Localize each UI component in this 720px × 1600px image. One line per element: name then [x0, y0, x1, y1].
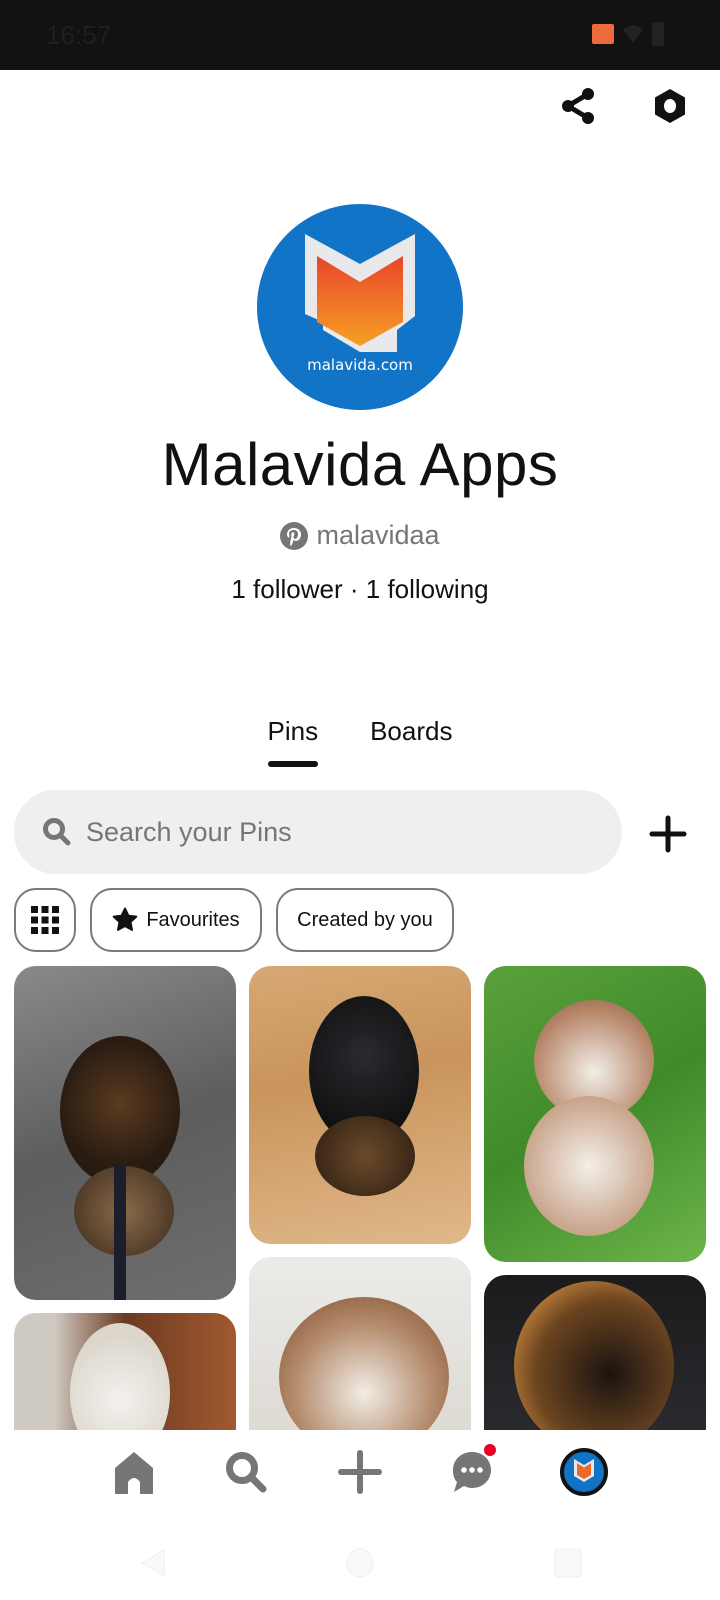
profile-handle: malavidaa: [316, 520, 440, 550]
nav-profile[interactable]: [560, 1448, 608, 1496]
share-button[interactable]: [558, 86, 598, 126]
share-icon: [562, 88, 594, 124]
chat-icon: [453, 1452, 491, 1492]
pin-card[interactable]: [249, 966, 471, 1244]
avatar-logo-text: malavida.com: [307, 356, 413, 374]
system-home-icon[interactable]: [346, 1548, 374, 1578]
settings-button[interactable]: [650, 86, 690, 126]
profile-actions: [558, 86, 690, 126]
home-icon: [115, 1452, 153, 1494]
profile-tabs: Pins Boards: [0, 716, 720, 767]
plus-icon: [338, 1450, 382, 1494]
wifi-icon: [623, 25, 643, 43]
search-pins-input[interactable]: Search your Pins: [14, 790, 622, 874]
plus-icon: [649, 815, 687, 853]
profile-handle-row: malavidaa: [0, 520, 720, 551]
tab-pins[interactable]: Pins: [267, 716, 318, 767]
favourites-filter[interactable]: Favourites: [90, 888, 262, 952]
pin-filters: Favourites Created by you: [14, 888, 454, 952]
search-icon: [43, 818, 71, 846]
settings-hex-icon: [655, 89, 685, 123]
layout-grid-button[interactable]: [14, 888, 76, 952]
pin-image-detail: [315, 1116, 415, 1196]
grid-icon: [31, 906, 59, 934]
pin-image-detail: [524, 1096, 654, 1236]
battery-icon: [652, 22, 664, 46]
follow-stats[interactable]: 1 follower · 1 following: [0, 574, 720, 605]
pin-image: [60, 1036, 180, 1186]
created-by-you-label: Created by you: [297, 908, 433, 931]
pin-card[interactable]: [484, 1275, 706, 1433]
system-navigation: [0, 1530, 720, 1600]
bottom-navigation: [0, 1430, 720, 1520]
avatar: [560, 1448, 608, 1496]
search-icon: [226, 1452, 267, 1493]
pin-image: [279, 1297, 449, 1433]
favourites-label: Favourites: [146, 908, 240, 931]
status-icons: [592, 22, 664, 46]
cast-icon: [592, 24, 614, 44]
pin-card[interactable]: [484, 966, 706, 1262]
system-back-icon[interactable]: [138, 1548, 166, 1578]
status-time: 16:57: [46, 20, 112, 50]
created-by-you-filter[interactable]: Created by you: [276, 888, 454, 952]
pin-card[interactable]: [249, 1257, 471, 1433]
nav-messages[interactable]: [448, 1444, 496, 1496]
system-recents-icon[interactable]: [554, 1548, 582, 1578]
add-pin-button[interactable]: [648, 814, 688, 854]
nav-home[interactable]: [110, 1448, 158, 1496]
pin-image-leash: [114, 1166, 126, 1300]
malavida-logo-icon: [574, 1459, 594, 1482]
tab-boards[interactable]: Boards: [370, 716, 452, 753]
notification-dot: [484, 1444, 496, 1456]
pin-image: [70, 1323, 170, 1433]
profile-name: Malavida Apps: [161, 431, 559, 498]
nav-search[interactable]: [222, 1448, 270, 1496]
pinterest-icon: [280, 521, 309, 550]
status-bar: 16:57: [0, 0, 720, 70]
pin-image: [514, 1281, 674, 1433]
pin-card[interactable]: [14, 1313, 236, 1433]
pin-card[interactable]: [14, 966, 236, 1300]
profile-avatar[interactable]: malavida.com: [257, 204, 463, 410]
nav-create[interactable]: [336, 1448, 384, 1496]
star-icon: [113, 907, 138, 931]
malavida-logo-icon: [305, 234, 415, 352]
search-placeholder: Search your Pins: [86, 816, 292, 847]
